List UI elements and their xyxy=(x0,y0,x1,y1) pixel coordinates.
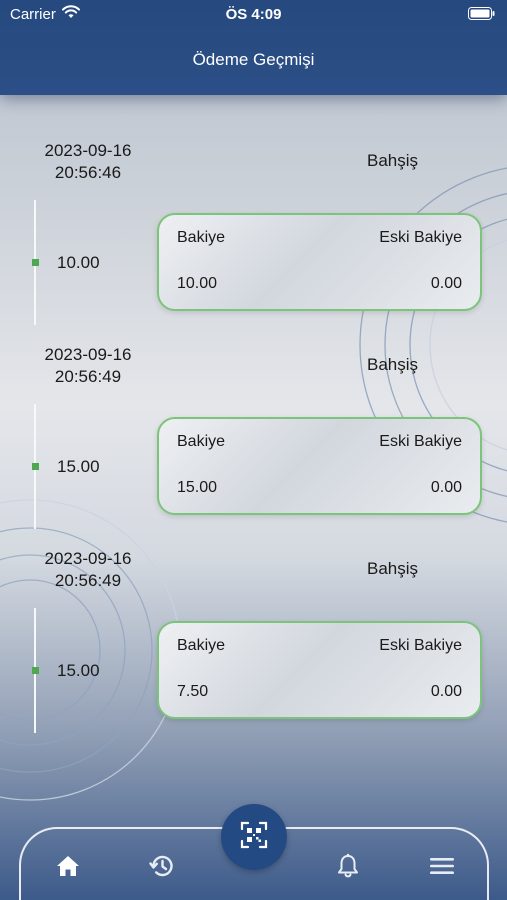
menu-icon xyxy=(429,856,455,881)
entry-type: Bahşiş xyxy=(366,151,419,170)
balance-value: 15.00 xyxy=(177,479,218,496)
entry-datetime: 2023-09-16 20:56:49 xyxy=(28,344,148,388)
payment-history-list[interactable]: 2023-09-16 20:56:46 Bahşiş 10.00 Bakiye … xyxy=(0,95,507,815)
entry-amount: 10.00 xyxy=(57,253,100,272)
tab-history[interactable] xyxy=(147,853,177,883)
entry-datetime: 2023-09-16 20:56:46 xyxy=(28,140,148,184)
status-time: ÖS 4:09 xyxy=(225,6,282,23)
tab-notifications[interactable] xyxy=(333,853,363,883)
timeline-dot xyxy=(32,259,39,266)
status-bar: Carrier ÖS 4:09 xyxy=(0,0,507,30)
entry-type: Bahşiş xyxy=(366,559,419,578)
old-balance-value: 0.00 xyxy=(430,275,462,292)
balance-label: Bakiye xyxy=(177,433,226,450)
entry-time: 20:56:49 xyxy=(54,367,122,386)
history-entry[interactable]: 2023-09-16 20:56:46 Bahşiş 10.00 Bakiye … xyxy=(0,95,507,325)
timeline-dot xyxy=(32,463,39,470)
qr-code-icon xyxy=(240,821,268,854)
balance-value: 10.00 xyxy=(177,275,218,292)
entry-time: 20:56:49 xyxy=(54,571,122,590)
balance-card[interactable]: Bakiye Eski Bakiye 10.00 0.00 xyxy=(157,213,482,311)
timeline-dot xyxy=(32,667,39,674)
balance-card[interactable]: Bakiye Eski Bakiye 15.00 0.00 xyxy=(157,417,482,515)
entry-time: 20:56:46 xyxy=(54,163,122,182)
tab-menu[interactable] xyxy=(427,853,457,883)
balance-label: Bakiye xyxy=(177,229,226,246)
entry-amount: 15.00 xyxy=(57,661,100,680)
history-entry[interactable]: 2023-09-16 20:56:49 Bahşiş 15.00 Bakiye … xyxy=(0,299,507,529)
entry-date: 2023-09-16 xyxy=(44,141,132,160)
entry-date: 2023-09-16 xyxy=(44,549,132,568)
qr-scan-button[interactable] xyxy=(221,804,287,870)
battery-icon xyxy=(468,7,495,24)
history-icon xyxy=(148,852,176,885)
page-title: Ödeme Geçmişi xyxy=(192,50,315,69)
old-balance-label: Eski Bakiye xyxy=(379,637,462,654)
balance-label: Bakiye xyxy=(177,637,226,654)
entry-amount: 15.00 xyxy=(57,457,100,476)
home-icon xyxy=(55,854,81,883)
old-balance-label: Eski Bakiye xyxy=(379,433,462,450)
app-header: Carrier ÖS 4:09 Ödeme Geçmişi xyxy=(0,0,507,95)
tab-home[interactable] xyxy=(53,853,83,883)
bell-icon xyxy=(336,853,360,884)
entry-date: 2023-09-16 xyxy=(44,345,132,364)
old-balance-value: 0.00 xyxy=(430,683,462,700)
balance-card[interactable]: Bakiye Eski Bakiye 7.50 0.00 xyxy=(157,621,482,719)
entry-type: Bahşiş xyxy=(366,355,419,374)
entry-datetime: 2023-09-16 20:56:49 xyxy=(28,548,148,592)
old-balance-label: Eski Bakiye xyxy=(379,229,462,246)
history-entry[interactable]: 2023-09-16 20:56:49 Bahşiş 15.00 Bakiye … xyxy=(0,503,507,733)
old-balance-value: 0.00 xyxy=(430,479,462,496)
balance-value: 7.50 xyxy=(177,683,209,700)
